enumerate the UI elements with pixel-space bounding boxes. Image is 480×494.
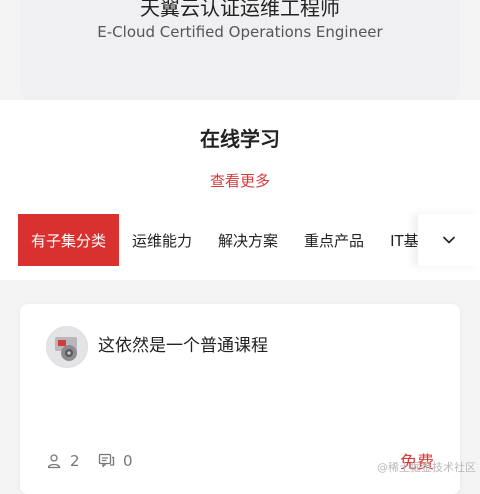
- certification-banner-card[interactable]: 天翼云认证运维工程师 E-Cloud Certified Operations …: [20, 0, 460, 100]
- watermark: @稀土掘金技术社区: [377, 461, 476, 474]
- enrolled-users-stat: 2: [46, 452, 80, 470]
- tab-ops-capability[interactable]: 运维能力: [119, 214, 205, 266]
- chevron-down-icon: [443, 236, 455, 244]
- comment-icon: [98, 453, 115, 468]
- course-title: 这依然是一个普通课程: [98, 336, 268, 356]
- certification-subtitle: E-Cloud Certified Operations Engineer: [97, 23, 383, 41]
- course-avatar: [46, 326, 88, 368]
- view-more-link[interactable]: 查看更多: [0, 171, 480, 191]
- user-icon: [47, 454, 61, 469]
- comments-stat: 0: [98, 452, 133, 470]
- tab-key-products[interactable]: 重点产品: [291, 214, 377, 266]
- certification-title: 天翼云认证运维工程师: [140, 0, 340, 20]
- tab-solutions[interactable]: 解决方案: [205, 214, 291, 266]
- tabs-expand-button[interactable]: [418, 214, 480, 266]
- course-thumbnail-icon: [47, 327, 87, 367]
- category-tabs: 有子集分类 运维能力 解决方案 重点产品 IT基: [0, 214, 480, 266]
- enrolled-users-count: 2: [70, 452, 80, 470]
- section-title: 在线学习: [200, 127, 280, 151]
- comments-count: 0: [123, 452, 133, 470]
- tab-has-subcategory[interactable]: 有子集分类: [18, 214, 120, 266]
